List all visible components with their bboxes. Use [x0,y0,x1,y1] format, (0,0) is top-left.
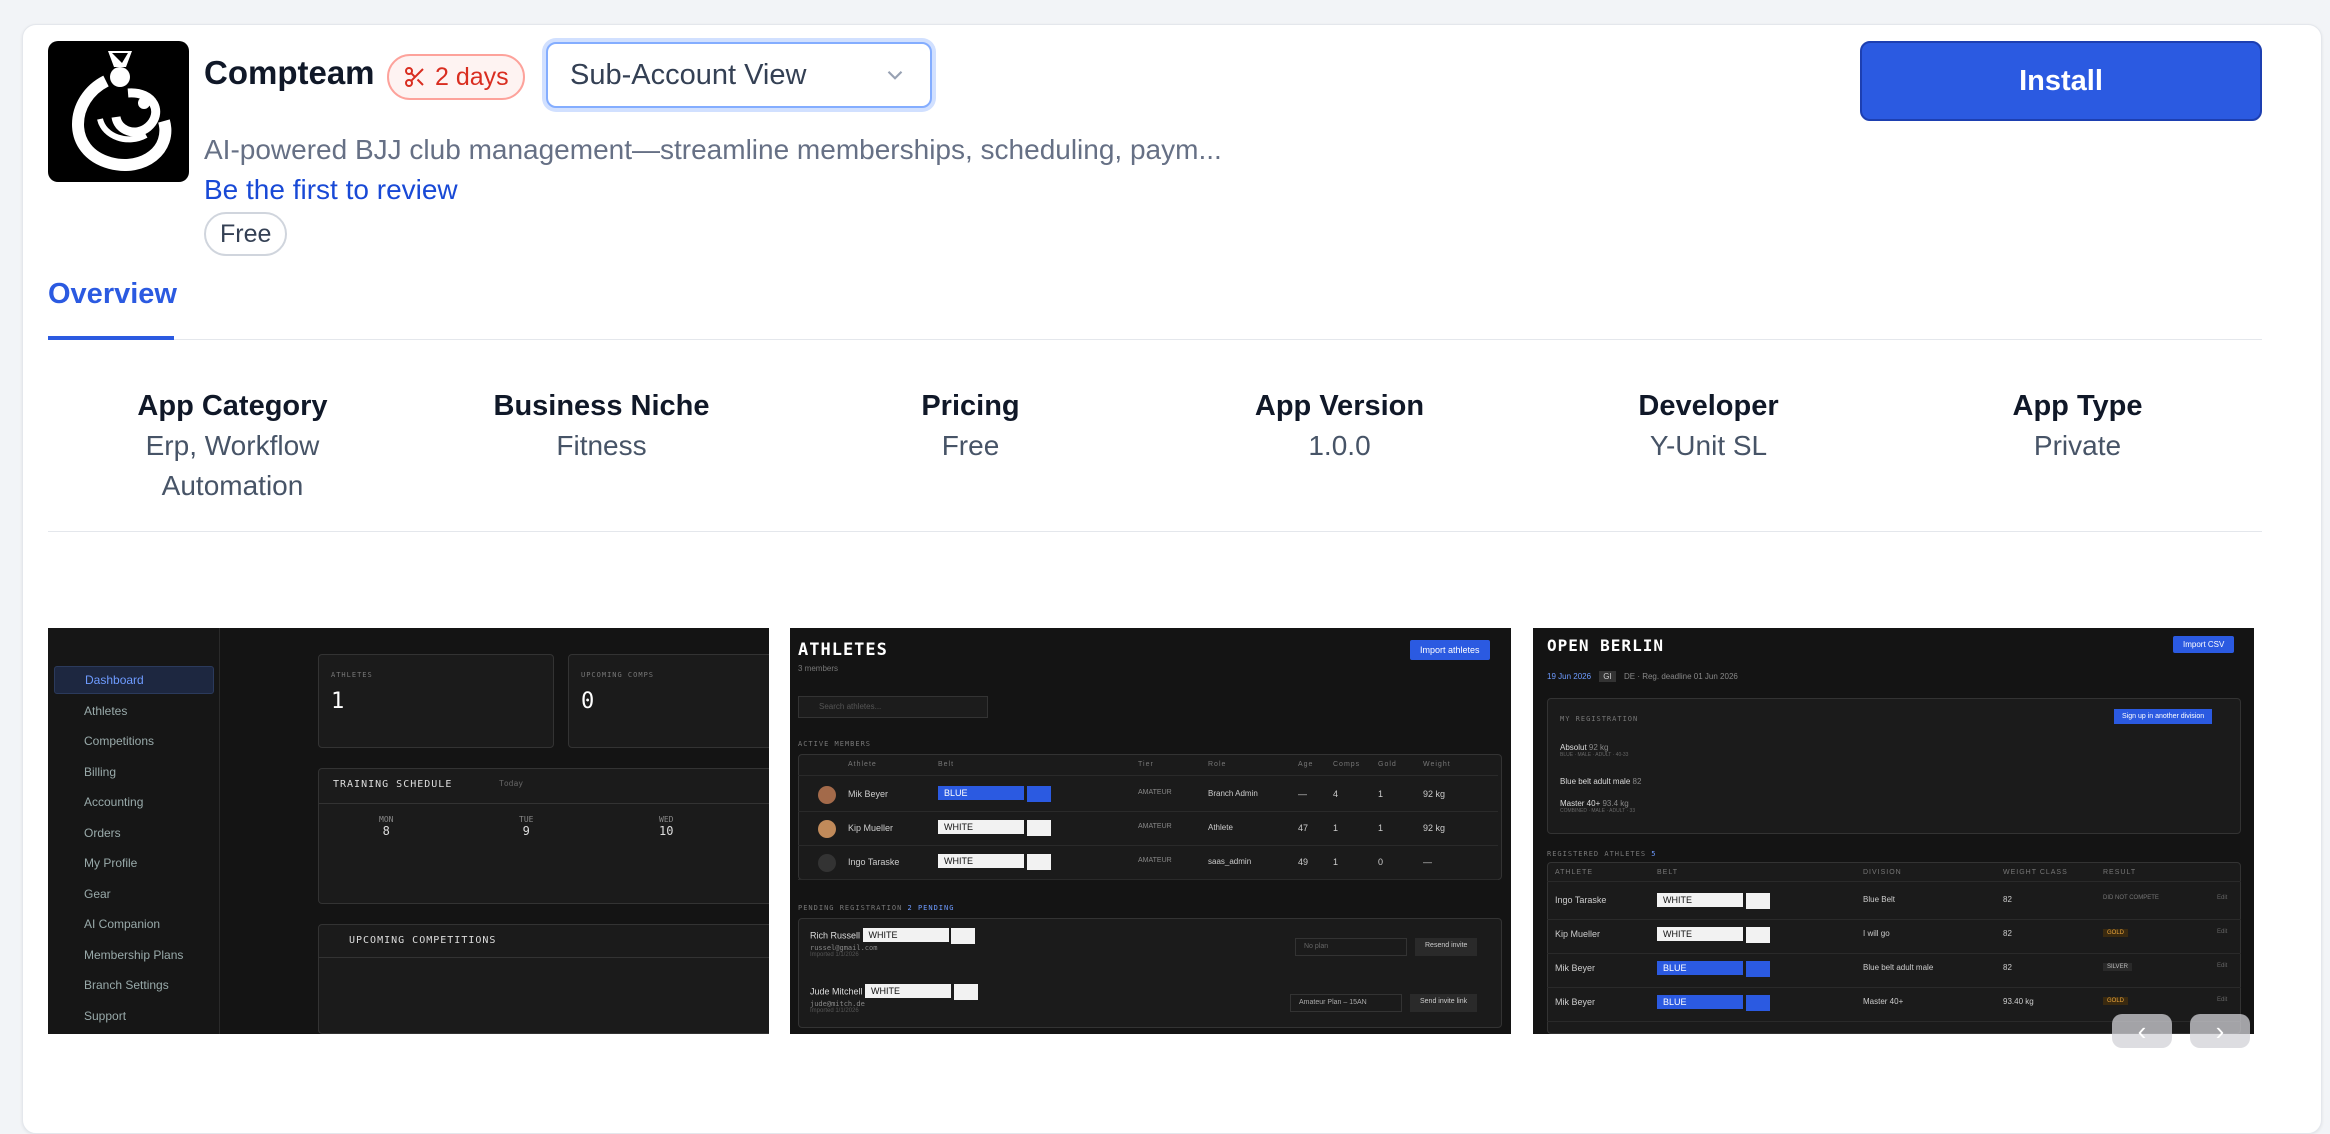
app-meta: App Category Erp, Workflow Automation Bus… [48,386,2262,506]
registered-label: REGISTERED ATHLETES 5 [1547,850,1657,858]
sidebar-item-accounting[interactable]: Accounting [54,788,214,816]
meta-value: Erp, Workflow Automation [145,430,320,501]
price-badge: Free [204,212,288,256]
meta-value: 1.0.0 [1308,430,1371,461]
meta-label: Business Niche [493,390,710,422]
meta-value: Free [941,430,1000,461]
table-header: ATHLETE BELT DIVISION WEIGHT CLASS RESUL… [1547,864,2241,882]
sidebar-item-orders[interactable]: Orders [54,819,214,847]
meta-label: Developer [1638,390,1779,422]
table-row[interactable]: Kip Mueller WHITE I will go 82 GOLD Edit [1547,920,2241,954]
trial-badge: 2 days [387,54,525,100]
competition-meta: 19 Jun 2026 GI DE · Reg. deadline 01 Jun… [1547,671,1738,682]
today-button[interactable]: Today [499,779,523,788]
list-item: Blue belt adult male 82 [1560,777,1642,786]
meta-value: Private [2033,430,2122,461]
meta-value: Y-Unit SL [1649,430,1768,461]
list-item: Absolut 92 kg BLUE · MALE · ADULT · 40-33 [1560,743,1629,758]
meta-label: App Version [1254,390,1425,422]
meta-label: Pricing [921,390,1020,422]
upcoming-title: UPCOMING COMPETITIONS [349,935,497,946]
sidebar-item-ai-companion[interactable]: AI Companion [54,910,214,938]
chevron-left-icon: ‹ [2137,1015,2147,1046]
install-button[interactable]: Install [1860,41,2262,121]
stat-value: 0 [581,689,595,714]
sidebar-item-competitions[interactable]: Competitions [54,727,214,755]
screenshot-athletes[interactable]: ATHLETES 3 members Import athletes Searc… [790,628,1511,1034]
meta-label: App Category [137,390,328,422]
sidebar-item-billing[interactable]: Billing [54,758,214,786]
import-csv-button[interactable]: Import CSV [2173,636,2235,653]
my-registration-panel: MY REGISTRATION Sign up in another divis… [1547,698,2241,834]
scissors-icon [405,67,424,87]
meta-business-niche: Business Niche Fitness [417,386,786,506]
list-item[interactable]: Jude Mitchell WHITE jude@mitch.de Import… [810,984,978,1014]
carousel-prev-button[interactable]: ‹ [2112,1014,2172,1048]
plan-select[interactable]: Amateur Plan – 15AN [1290,994,1402,1012]
import-athletes-button[interactable]: Import athletes [1410,640,1490,660]
meta-developer: Developer Y-Unit SL [1524,386,1893,506]
resend-invite-button[interactable]: Resend invite [1415,938,1478,956]
review-link[interactable]: Be the first to review [204,174,458,206]
list-item[interactable]: Rich Russell WHITE russel@gmail.com Impo… [810,928,976,958]
list-item: Master 40+ 93.4 kg COMBINED · MALE · ADUL… [1560,799,1636,814]
divider [48,531,2262,532]
sidebar-item-my-profile[interactable]: My Profile [54,849,214,877]
active-members-label: ACTIVE MEMBERS [798,740,872,748]
upcoming-competitions-panel: UPCOMING COMPETITIONS [318,924,769,1034]
table-row[interactable]: Mik Beyer BLUE AMATEUR Branch Admin — 4 … [798,780,1498,812]
table-row[interactable]: Kip Mueller WHITE AMATEUR Athlete 47 1 1… [798,814,1498,846]
stat-value: 1 [331,689,345,714]
avatar [818,820,836,838]
meta-app-category: App Category Erp, Workflow Automation [48,386,417,506]
app-logo [48,41,189,182]
plan-select[interactable]: No plan [1295,938,1407,956]
carousel-next-button[interactable]: › [2190,1014,2250,1048]
tab-overview[interactable]: Overview [48,278,177,340]
meta-app-version: App Version 1.0.0 [1155,386,1524,506]
meta-pricing: Pricing Free [786,386,1155,506]
stat-label: UPCOMING COMPS [581,671,655,679]
tab-bar: Overview [48,278,2262,340]
meta-app-type: App Type Private [1893,386,2262,506]
avatar [818,854,836,872]
meta-value: Fitness [556,430,647,461]
day-wed: WED 10 [659,815,674,838]
screenshot-competition[interactable]: OPEN BERLIN Import CSV 19 Jun 2026 GI DE… [1533,628,2254,1034]
view-select-value: Sub-Account View [570,58,807,91]
pending-label: PENDING REGISTRATION 2 PENDING [798,904,955,912]
app-description: AI-powered BJJ club management—streamlin… [204,134,1222,165]
sidebar-item-gear[interactable]: Gear [54,880,214,908]
athletes-title: ATHLETES [798,640,888,660]
competition-title: OPEN BERLIN [1547,636,1664,655]
day-tue: TUE 9 [519,815,534,838]
athletes-stat: ATHLETES 1 [318,654,554,748]
view-select[interactable]: Sub-Account View [546,42,932,108]
stat-label: ATHLETES [331,671,373,679]
table-row[interactable]: Ingo Taraske WHITE AMATEUR saas_admin 49… [798,848,1498,880]
table-row[interactable]: Mik Beyer BLUE Blue belt adult male 82 S… [1547,954,2241,988]
chevron-right-icon: › [2215,1015,2225,1046]
sidebar-item-athletes[interactable]: Athletes [54,697,214,725]
schedule-title: TRAINING SCHEDULE [333,779,453,790]
avatar [818,786,836,804]
athlete-search-input[interactable]: Search athletes... [798,696,988,718]
sidebar-item-branch-settings[interactable]: Branch Settings [54,971,214,999]
upcoming-comps-stat: UPCOMING COMPS 0 [568,654,769,748]
sidebar-item-dashboard[interactable]: Dashboard [54,666,214,694]
meta-label: App Type [2012,390,2143,422]
athletes-subtitle: 3 members [798,664,839,673]
send-invite-button[interactable]: Send invite link [1410,994,1478,1012]
sidebar-item-support[interactable]: Support [54,1002,214,1030]
table-row[interactable]: Ingo Taraske WHITE Blue Belt 82 DID NOT … [1547,886,2241,920]
table-header: Athlete Belt Tier Role Age Comps Gold We… [798,756,1498,776]
trial-label: 2 days [435,62,509,91]
sign-up-division-button[interactable]: Sign up in another division [2114,709,2213,724]
chevron-down-icon [887,70,903,80]
app-title: Compteam [204,54,375,91]
day-mon: MON 8 [379,815,394,838]
training-schedule-panel: TRAINING SCHEDULE Today MON 8 TUE 9 WED 10 [318,768,769,904]
screenshot-dashboard[interactable]: Dashboard Athletes Competitions Billing … [48,628,769,1034]
sidebar-item-membership-plans[interactable]: Membership Plans [54,941,214,969]
